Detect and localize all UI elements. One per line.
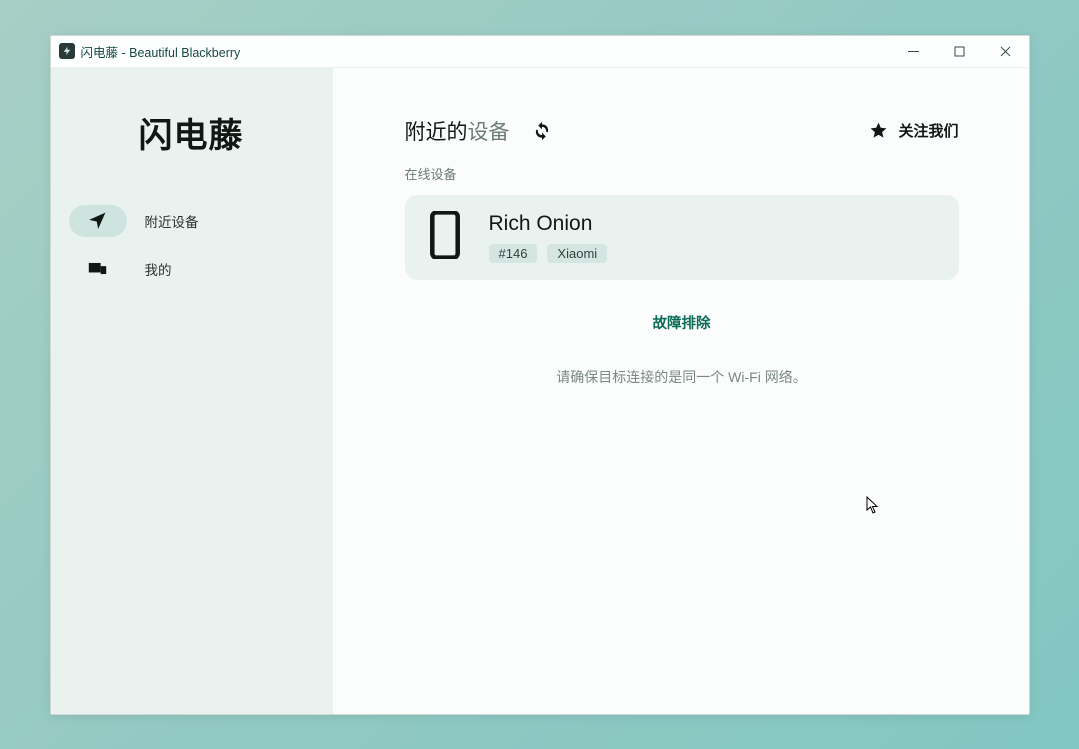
near-me-icon bbox=[69, 205, 127, 237]
window-controls bbox=[891, 36, 1029, 67]
device-name: Rich Onion bbox=[489, 212, 608, 236]
app-icon bbox=[59, 43, 75, 59]
window-title: 闪电藤 - Beautiful Blackberry bbox=[81, 42, 241, 61]
follow-us-label: 关注我们 bbox=[898, 120, 958, 141]
page-header: 附近的设备 关注我们 bbox=[405, 116, 959, 146]
body-area: 闪电藤 附近设备 我的 bbox=[51, 68, 1029, 714]
main-content: 附近的设备 关注我们 在线设备 bbox=[333, 68, 1029, 714]
device-card[interactable]: Rich Onion #146 Xiaomi bbox=[405, 195, 959, 280]
sidebar-item-nearby[interactable]: 附近设备 bbox=[65, 201, 319, 241]
follow-us-button[interactable]: 关注我们 bbox=[869, 120, 958, 141]
device-badges: #146 Xiaomi bbox=[489, 244, 608, 263]
sidebar-item-label: 我的 bbox=[145, 259, 172, 279]
star-icon bbox=[869, 121, 888, 140]
device-info: Rich Onion #146 Xiaomi bbox=[489, 212, 608, 263]
sidebar-item-mine[interactable]: 我的 bbox=[65, 249, 319, 289]
minimize-button[interactable] bbox=[891, 36, 937, 67]
wifi-hint: 请确保目标连接的是同一个 Wi-Fi 网络。 bbox=[405, 367, 959, 387]
maximize-button[interactable] bbox=[937, 36, 983, 67]
brand-title: 闪电藤 bbox=[65, 108, 319, 157]
page-title-suffix: 设备 bbox=[468, 121, 510, 144]
refresh-icon bbox=[532, 121, 552, 141]
sidebar-item-label: 附近设备 bbox=[145, 211, 199, 231]
troubleshoot-link[interactable]: 故障排除 bbox=[405, 312, 959, 333]
device-brand-badge: Xiaomi bbox=[547, 244, 607, 263]
devices-icon bbox=[69, 253, 127, 285]
titlebar: 闪电藤 - Beautiful Blackberry bbox=[51, 36, 1029, 68]
online-devices-label: 在线设备 bbox=[405, 164, 959, 183]
page-title: 附近的设备 bbox=[405, 116, 510, 146]
sidebar: 闪电藤 附近设备 我的 bbox=[51, 68, 333, 714]
app-window: 闪电藤 - Beautiful Blackberry 闪电藤 附近设备 bbox=[50, 35, 1030, 715]
refresh-button[interactable] bbox=[528, 117, 556, 145]
page-title-group: 附近的设备 bbox=[405, 116, 556, 146]
page-title-prefix: 附近的 bbox=[405, 121, 468, 144]
close-button[interactable] bbox=[983, 36, 1029, 67]
phone-icon bbox=[427, 211, 463, 264]
device-id-badge: #146 bbox=[489, 244, 538, 263]
